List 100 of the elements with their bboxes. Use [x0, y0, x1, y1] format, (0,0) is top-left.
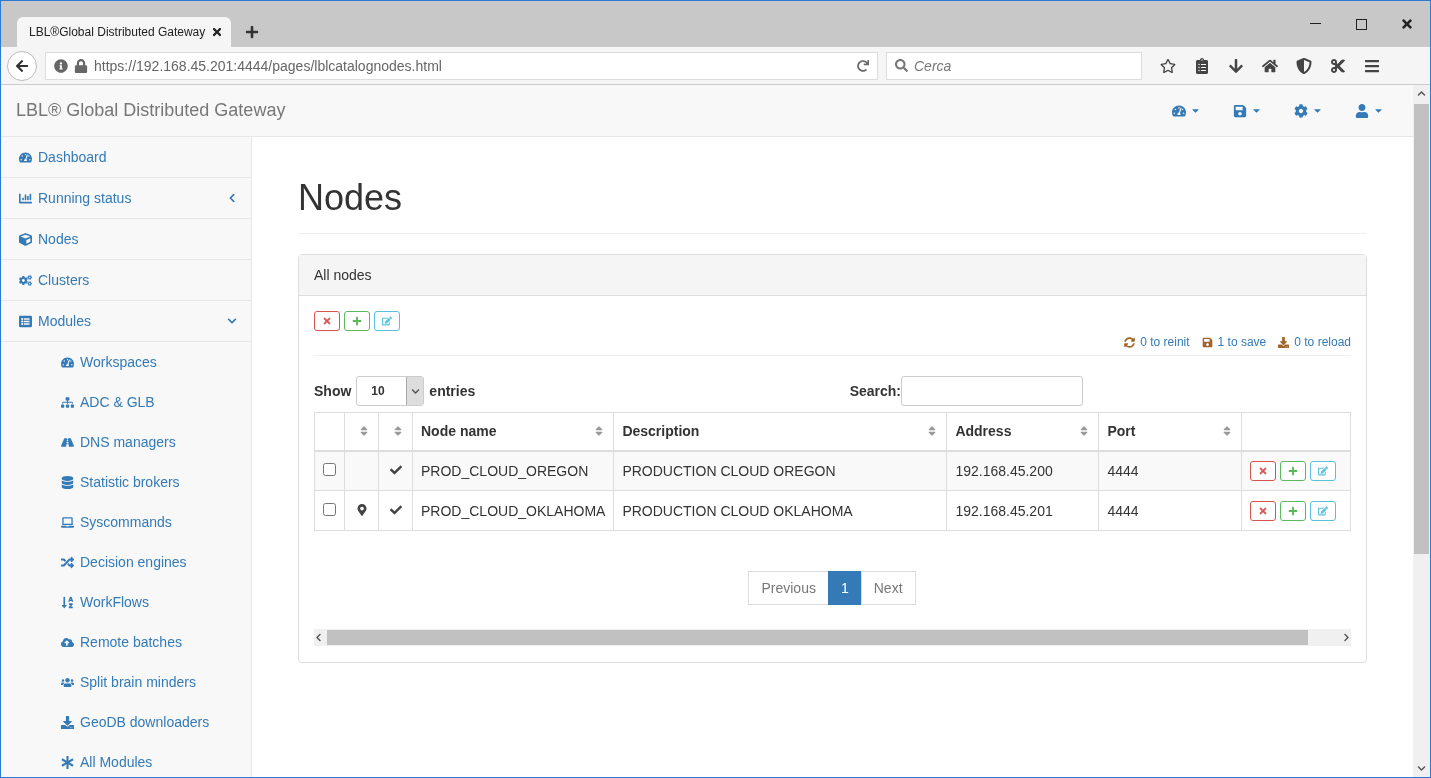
sidebar-subitem[interactable]: ADC & GLB — [1, 382, 251, 422]
brand-title[interactable]: LBL® Global Distributed Gateway — [16, 100, 286, 121]
download-icon — [61, 715, 74, 729]
sidebar-subitem[interactable]: Split brain minders — [1, 662, 251, 702]
cloud-upload-icon — [61, 635, 74, 649]
search-icon — [895, 59, 908, 72]
vertical-scrollbar[interactable] — [1413, 85, 1430, 777]
sidebar-subitem[interactable]: WorkFlows — [1, 582, 251, 622]
browser-tab[interactable]: LBL®Global Distributed Gateway — [17, 17, 232, 47]
sidebar-subitem[interactable]: DNS managers — [1, 422, 251, 462]
close-icon[interactable] — [1400, 17, 1414, 31]
delete-button[interactable] — [314, 311, 340, 331]
sitemap-icon — [61, 395, 74, 409]
user-icon — [1355, 103, 1369, 118]
column-header[interactable]: Description — [622, 423, 700, 440]
shuffle-icon — [61, 555, 74, 569]
list-icon[interactable] — [1194, 57, 1210, 74]
gauge-icon — [19, 150, 32, 164]
sidebar-item[interactable]: Clusters — [1, 260, 251, 301]
table-cell: PROD_CLOUD_OKLAHOMA — [421, 502, 606, 519]
refresh-icon — [1124, 336, 1136, 348]
dropdown-button[interactable] — [1172, 103, 1201, 118]
next-button[interactable]: Next — [860, 571, 916, 605]
delete-button[interactable] — [1250, 460, 1277, 481]
sidebar-item[interactable]: Modules — [1, 301, 251, 342]
sidebar-item[interactable]: Running status — [1, 178, 251, 219]
plus-icon — [352, 316, 362, 326]
asterisk-icon — [61, 755, 74, 769]
edit-icon — [382, 316, 392, 326]
sidebar-subitem[interactable]: Remote batches — [1, 622, 251, 662]
gauge-icon — [61, 355, 74, 369]
sidebar-subitem[interactable]: Statistic brokers — [1, 462, 251, 502]
chevron-down-icon — [1417, 764, 1426, 773]
add-button[interactable] — [1280, 460, 1307, 481]
sidebar-subitem[interactable]: Syscommands — [1, 502, 251, 542]
entries-label: entries — [429, 383, 476, 399]
sort-icon[interactable] — [392, 425, 404, 438]
table-cell: PRODUCTION CLOUD OKLAHOMA — [622, 502, 853, 519]
arrow-left-icon — [15, 58, 29, 73]
row-checkbox[interactable] — [323, 502, 336, 516]
laptop-icon — [61, 515, 74, 529]
sidebar-item[interactable]: Dashboard — [1, 137, 251, 178]
chevron-up-icon — [1417, 89, 1426, 98]
sort-icon[interactable] — [358, 425, 370, 438]
list-icon — [19, 314, 32, 328]
dropdown-button[interactable] — [1294, 103, 1323, 118]
delete-button[interactable] — [1250, 500, 1277, 521]
plus-icon[interactable] — [245, 25, 260, 39]
sidebar-subitem[interactable]: GeoDB downloaders — [1, 702, 251, 742]
gauge-icon — [1172, 103, 1186, 118]
address-field[interactable]: https://192.168.45.201:4444/pages/lblcatalognodes.html — [45, 51, 878, 80]
search-field[interactable]: Cerca — [886, 51, 1142, 80]
reload-icon[interactable] — [857, 59, 869, 72]
info-icon[interactable] — [54, 58, 68, 73]
row-checkbox[interactable] — [323, 462, 336, 476]
close-icon[interactable] — [211, 26, 224, 38]
chevron-right-icon — [1342, 633, 1351, 642]
maximize-icon[interactable] — [1355, 18, 1367, 30]
table-cell: 192.168.45.201 — [955, 502, 1053, 519]
sort-alpha-icon — [61, 595, 74, 609]
lock-icon[interactable] — [74, 58, 88, 73]
chevron-down-icon — [410, 386, 420, 396]
panel-heading: All nodes — [299, 255, 1366, 296]
add-button[interactable] — [1280, 500, 1307, 521]
table-cell: PRODUCTION CLOUD OREGON — [622, 462, 836, 479]
search-field[interactable] — [901, 376, 1083, 406]
page-title: Nodes — [298, 177, 1367, 234]
sidebar-subitem[interactable]: Workspaces — [1, 342, 251, 382]
entries-select[interactable]: 10 — [356, 376, 425, 406]
counter-link[interactable]: 1 to save — [1201, 335, 1267, 349]
star-icon[interactable] — [1160, 57, 1176, 74]
menu-icon[interactable] — [1364, 57, 1380, 74]
plus-icon — [1288, 505, 1299, 516]
sidebar-item[interactable]: Nodes — [1, 219, 251, 260]
horizontal-scrollbar[interactable] — [314, 629, 1351, 646]
previous-button[interactable]: Previous — [748, 571, 829, 605]
page-button[interactable]: 1 — [827, 571, 862, 605]
database-icon — [61, 475, 74, 489]
table-cell: 4444 — [1107, 462, 1139, 479]
plus-icon — [1288, 465, 1299, 476]
dropdown-button[interactable] — [1355, 103, 1384, 118]
dropdown-button[interactable] — [1233, 103, 1262, 118]
download-icon[interactable] — [1228, 57, 1244, 74]
minimize-icon[interactable] — [1309, 23, 1321, 25]
back-button[interactable] — [7, 50, 37, 81]
column-header[interactable]: Address — [955, 423, 1012, 440]
table-cell: 192.168.45.200 — [955, 462, 1053, 479]
add-button[interactable] — [344, 311, 370, 331]
close-icon — [322, 316, 332, 326]
shield-icon[interactable] — [1296, 57, 1312, 74]
counter-link[interactable]: 0 to reinit — [1124, 335, 1190, 349]
sidebar-subitem[interactable]: Decision engines — [1, 542, 251, 582]
column-header[interactable]: Port — [1107, 423, 1136, 440]
road-icon — [61, 435, 74, 449]
scissors-icon[interactable] — [1330, 57, 1346, 74]
counter-link[interactable]: 0 to reload — [1278, 335, 1351, 349]
column-header[interactable]: Node name — [421, 423, 497, 440]
download-icon — [1278, 336, 1290, 348]
sidebar-subitem[interactable]: All Modules — [1, 742, 251, 777]
home-icon[interactable] — [1262, 57, 1278, 74]
